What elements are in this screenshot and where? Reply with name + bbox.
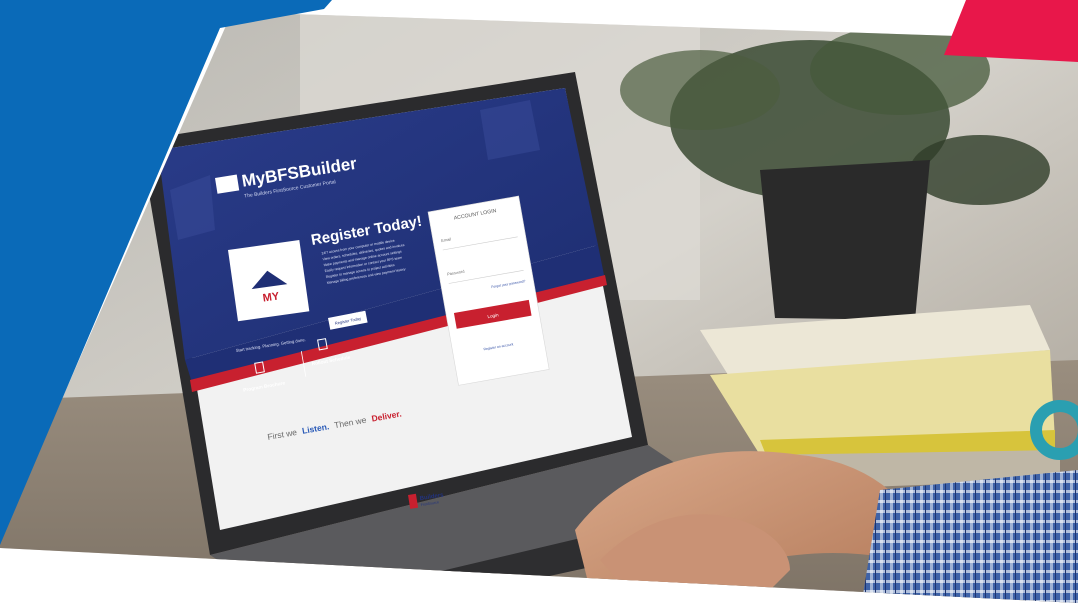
plant-pot <box>760 160 930 320</box>
photo-scene: MyBFSBuilder The Builders FirstSource Cu… <box>0 0 1078 603</box>
plaid-sleeve <box>860 470 1078 603</box>
logo-badge: MY <box>262 290 281 304</box>
red-corner-shape <box>944 0 1078 62</box>
house-logo-icon <box>215 174 240 194</box>
